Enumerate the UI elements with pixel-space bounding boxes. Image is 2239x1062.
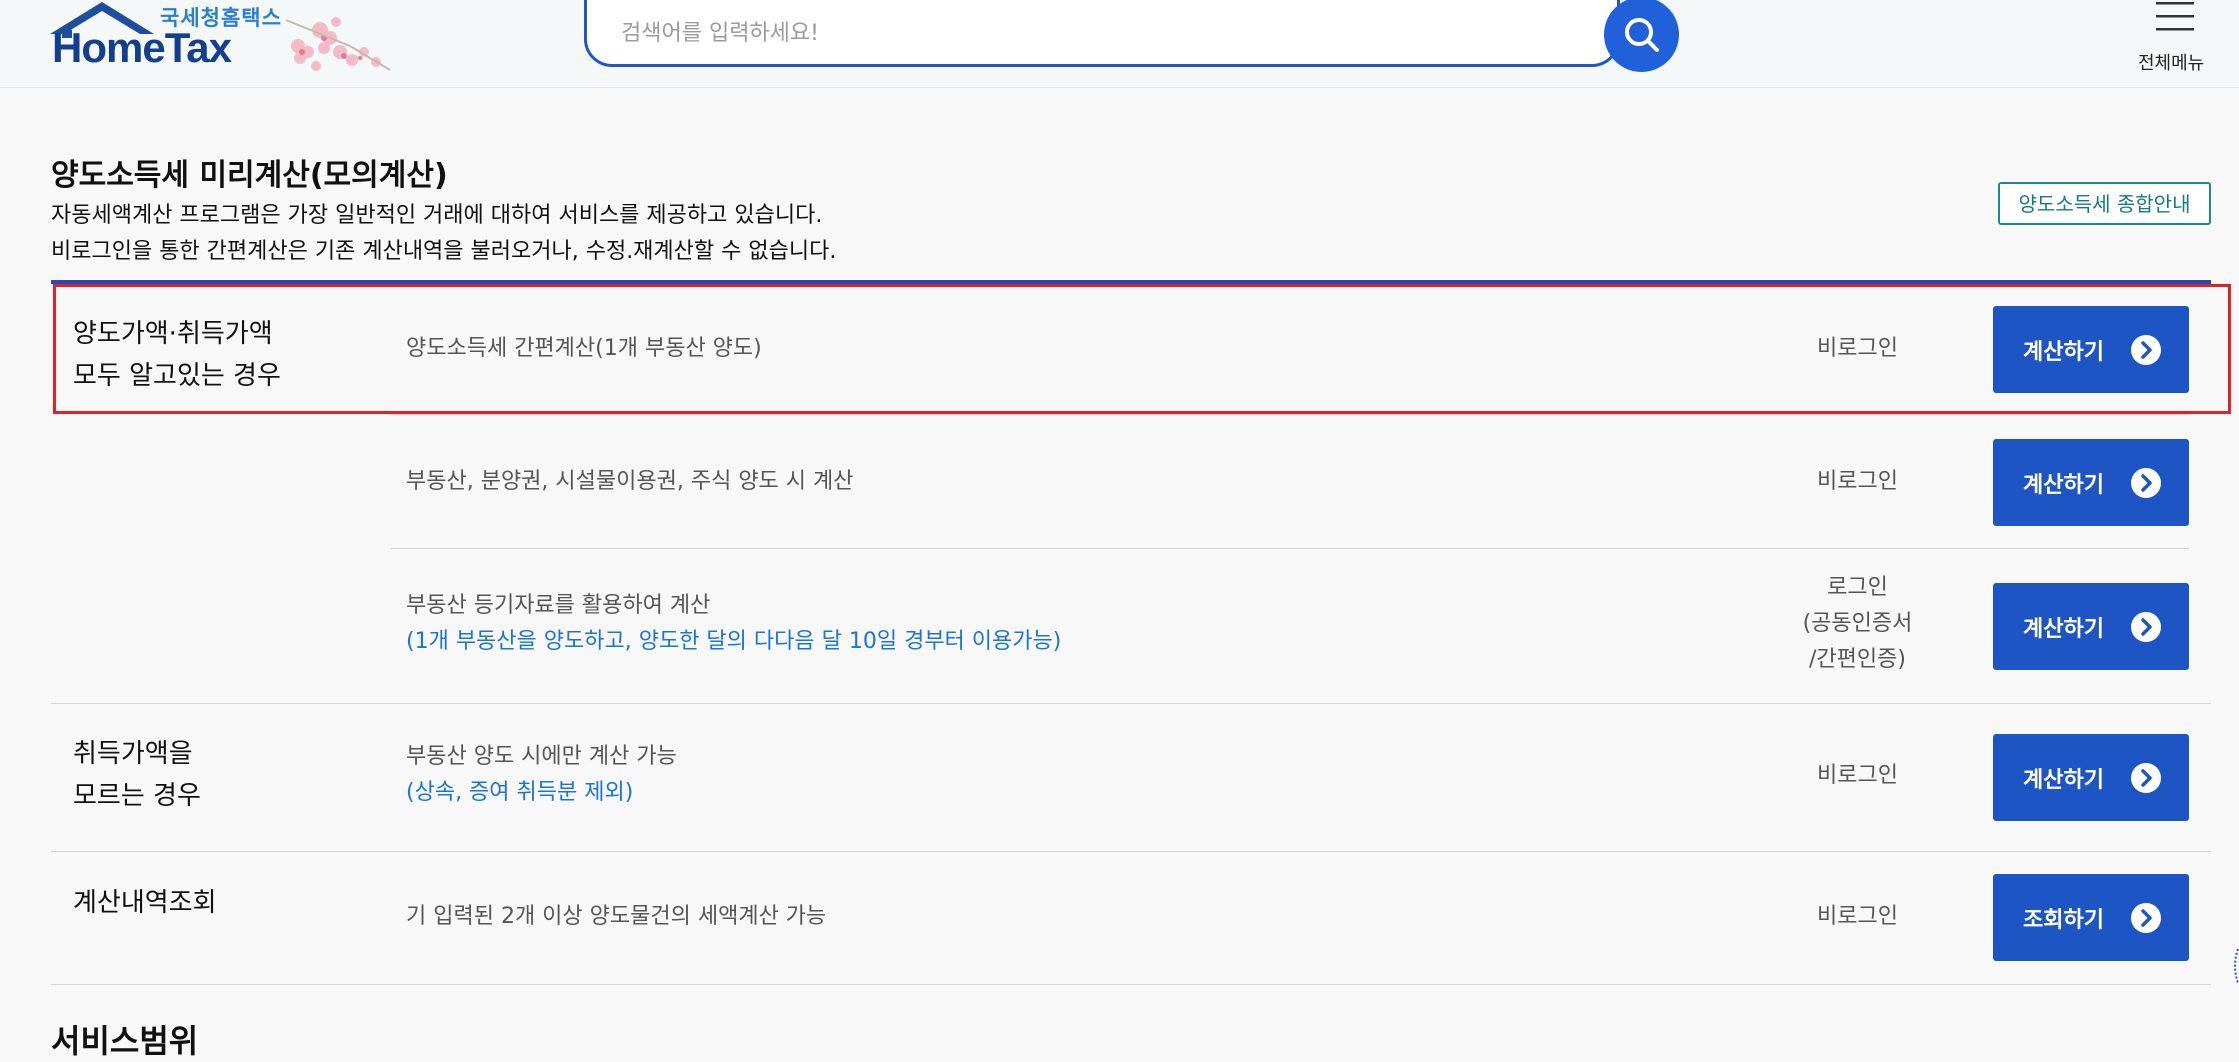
login-type: 비로그인: [1817, 904, 1898, 929]
service-scope-heading: 서비스범위: [51, 1022, 199, 1060]
chevron-right-circle-icon: [2131, 468, 2161, 498]
button-label: 계산하기: [2023, 768, 2104, 793]
service-note: (상속, 증여 취득분 제외): [406, 780, 634, 805]
chevron-right-circle-icon: [2131, 335, 2161, 365]
calculate-button[interactable]: 계산하기: [1993, 306, 2189, 393]
all-menu-label: 전체메뉴: [2138, 53, 2205, 74]
button-label: 계산하기: [2023, 617, 2104, 642]
calculate-button[interactable]: 계산하기: [1993, 439, 2189, 526]
search-button[interactable]: [1604, 0, 1679, 72]
service-note: (1개 부동산을 양도하고, 양도한 달의 다다음 달 10일 경부터 이용가능…: [406, 629, 1062, 654]
service-desc: 부동산, 분양권, 시설물이용권, 주식 양도 시 계산: [406, 469, 854, 494]
hamburger-icon: [2156, 2, 2194, 31]
page-description: 자동세액계산 프로그램은 가장 일반적인 거래에 대하여 서비스를 제공하고 있…: [51, 203, 823, 228]
login-type-line3: /간편인증): [1809, 647, 1906, 672]
chevron-right-circle-icon: [2131, 903, 2161, 933]
inquiry-button[interactable]: 조회하기: [1993, 874, 2189, 961]
category-unknown-line2: 모르는 경우: [73, 781, 201, 811]
tax-guide-button[interactable]: 양도소득세 종합안내: [1998, 182, 2211, 225]
search-bar: [584, 0, 1620, 67]
all-menu-button[interactable]: 전체메뉴: [2130, 0, 2222, 80]
service-desc: 부동산 등기자료를 활용하여 계산: [406, 593, 711, 618]
category-known-line2: 모두 알고있는 경우: [73, 361, 281, 391]
logo-title: HomeTax: [52, 24, 232, 71]
login-type: 비로그인: [1817, 469, 1898, 494]
button-label: 계산하기: [2023, 473, 2104, 498]
button-label: 계산하기: [2023, 340, 2104, 365]
hometax-logo[interactable]: 국세청홈택스 HomeTax: [48, 0, 408, 82]
service-desc: 부동산 양도 시에만 계산 가능: [406, 744, 677, 769]
section-divider: [51, 984, 2211, 985]
page-notice: 비로그인을 통한 간편계산은 기존 계산내역을 불러오거나, 수정.재계산할 수…: [51, 239, 837, 264]
chevron-right-circle-icon: [2131, 612, 2161, 642]
category-unknown-line1: 취득가액을: [73, 739, 193, 769]
page-title: 양도소득세 미리계산(모의계산): [51, 158, 448, 193]
section-divider: [51, 703, 2211, 704]
login-type: 비로그인: [1817, 336, 1898, 361]
category-known-line1: 양도가액·취득가액: [73, 319, 273, 349]
search-icon: [1625, 18, 1659, 52]
category-history: 계산내역조회: [73, 888, 217, 918]
calculate-button[interactable]: 계산하기: [1993, 583, 2189, 670]
row-divider: [391, 414, 2189, 415]
service-desc: 기 입력된 2개 이상 양도물건의 세액계산 가능: [406, 904, 827, 929]
blossom-decoration-icon: [285, 17, 391, 71]
site-header: 국세청홈택스 HomeTax 전체메뉴: [0, 0, 2239, 88]
button-label: 조회하기: [2023, 908, 2104, 933]
login-type: 비로그인: [1817, 763, 1898, 788]
login-type-line1: 로그인: [1827, 575, 1888, 600]
service-desc: 양도소득세 간편계산(1개 부동산 양도): [406, 336, 762, 361]
search-input[interactable]: [619, 13, 1563, 53]
section-divider: [51, 851, 2211, 852]
chevron-right-circle-icon: [2131, 763, 2161, 793]
scroll-edge-icon: [2234, 948, 2239, 984]
login-type-line2: (공동인증서: [1802, 611, 1913, 636]
calculate-button[interactable]: 계산하기: [1993, 734, 2189, 821]
row-divider: [391, 548, 2189, 549]
